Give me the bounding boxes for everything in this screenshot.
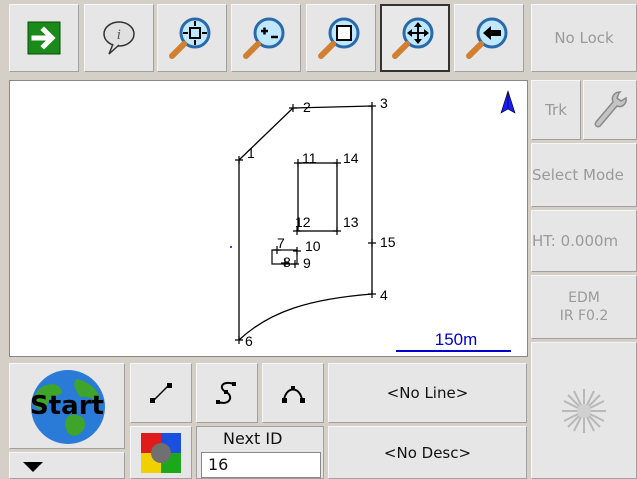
zoom-window-icon — [318, 17, 360, 59]
line-tool-button[interactable] — [130, 363, 192, 423]
no-lock-button[interactable]: No Lock — [531, 4, 637, 72]
zoom-out-icon — [243, 17, 285, 59]
spline-icon — [216, 382, 236, 404]
laser-button[interactable] — [531, 342, 637, 479]
line-segment-icon — [150, 383, 172, 403]
map-drawing: 12 34678 9101112 131415150m — [230, 90, 516, 352]
start-label: Start — [30, 391, 104, 421]
point-label: 9 — [303, 255, 311, 271]
point-label: 14 — [343, 150, 359, 166]
svg-text:i: i — [117, 28, 121, 43]
info-balloon-icon: i — [103, 21, 135, 55]
triangle-down-icon — [23, 461, 43, 472]
point-label: 13 — [343, 214, 359, 230]
zoom-extents-button[interactable] — [157, 4, 227, 72]
point-marker — [368, 102, 376, 110]
line-select-button[interactable]: <No Line> — [328, 363, 527, 423]
point-marker — [333, 227, 341, 235]
no-line-label: <No Line> — [386, 384, 469, 402]
color-button[interactable] — [130, 426, 192, 479]
point-label: 12 — [295, 214, 311, 230]
scale-label: 150m — [435, 330, 478, 349]
point-marker — [368, 290, 376, 298]
color-palette-icon — [141, 432, 181, 473]
start-button[interactable]: Start — [9, 363, 125, 449]
trk-label: Trk — [545, 101, 567, 119]
point-label: 10 — [305, 238, 321, 254]
next-id-value: 16 — [208, 455, 229, 474]
no-desc-label: <No Desc> — [383, 443, 472, 462]
point-label: 11 — [302, 150, 317, 166]
edm-button[interactable]: EDM IR F0.2 — [531, 275, 637, 339]
point-marker — [368, 239, 376, 247]
point-label: 8 — [283, 254, 291, 270]
stray-point — [230, 246, 232, 248]
zoom-window-button[interactable] — [306, 4, 376, 72]
zoom-extents-icon — [169, 17, 211, 59]
boundary-arc — [238, 293, 373, 341]
trk-button[interactable]: Trk — [531, 80, 581, 140]
next-arrow-icon — [27, 21, 61, 55]
info-button[interactable]: i — [84, 4, 154, 72]
point-label: 15 — [380, 234, 396, 250]
laser-icon — [562, 388, 606, 433]
ht-label: HT: 0.000m — [532, 232, 619, 250]
edm-label: EDM — [568, 290, 600, 306]
next-button[interactable] — [9, 4, 79, 72]
wrench-icon — [594, 91, 627, 128]
select-mode-button[interactable]: Select Mode — [531, 143, 637, 207]
point-label: 6 — [245, 333, 253, 349]
point-marker — [294, 159, 302, 167]
arc-icon — [282, 386, 305, 403]
pan-icon — [392, 17, 434, 59]
desc-select-button[interactable]: <No Desc> — [328, 426, 527, 479]
spline-tool-button[interactable] — [196, 363, 258, 423]
no-lock-label: No Lock — [554, 29, 614, 47]
point-label: 1 — [247, 145, 255, 161]
pan-button[interactable] — [380, 4, 450, 72]
settings-button[interactable] — [583, 80, 637, 140]
next-id-panel: Next ID 16 — [196, 426, 324, 479]
zoom-previous-icon — [466, 17, 508, 59]
point-label: 4 — [380, 287, 388, 303]
next-id-label: Next ID — [223, 429, 283, 448]
map-canvas[interactable]: 1 2 3 4 6 7 8 9 10 11 12 13 14 15 150m — [9, 80, 528, 357]
point-marker — [333, 159, 341, 167]
ht-button[interactable]: HT: 0.000m — [531, 210, 637, 272]
arc-tool-button[interactable] — [262, 363, 324, 423]
point-label: 3 — [380, 95, 388, 111]
point-label: 7 — [277, 235, 285, 251]
point-marker — [293, 247, 301, 255]
select-mode-label: Select Mode — [532, 166, 624, 184]
point-label: 2 — [303, 99, 311, 115]
zoom-previous-button[interactable] — [454, 4, 524, 72]
start-menu-dropdown[interactable] — [9, 452, 125, 479]
edm-mode-label: IR F0.2 — [559, 308, 609, 324]
point-marker — [291, 260, 299, 268]
zoom-out-button[interactable] — [231, 4, 301, 72]
next-id-field[interactable]: 16 — [201, 452, 321, 478]
